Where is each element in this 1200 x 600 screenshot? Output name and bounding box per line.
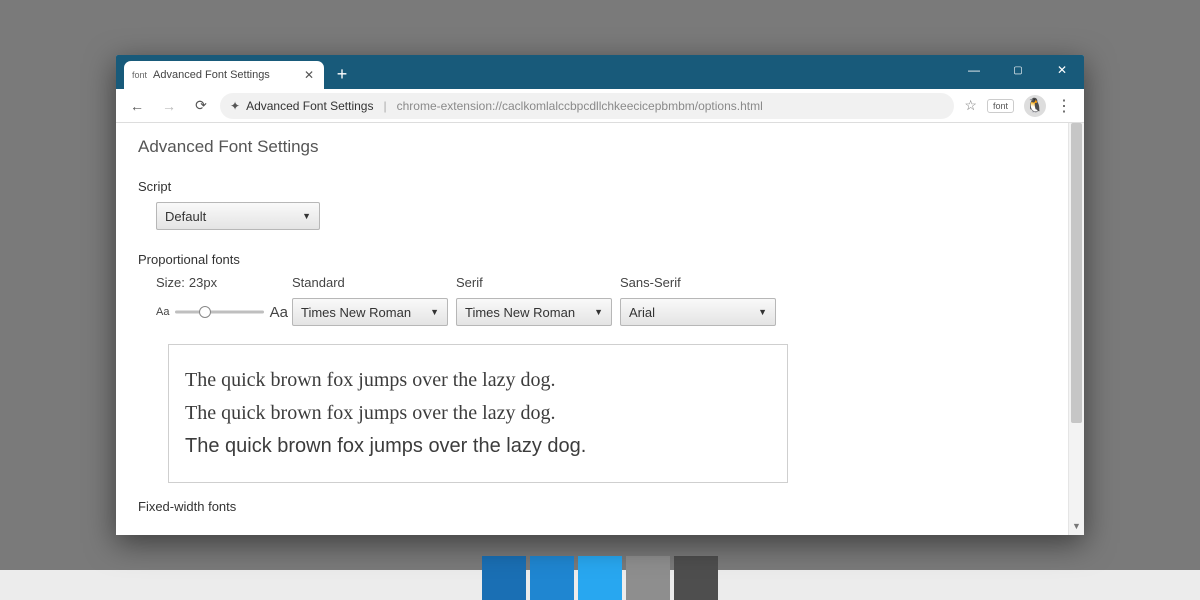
- tab-favicon: font: [132, 70, 147, 80]
- extension-icon: ✦: [230, 99, 240, 113]
- standard-column-label: Standard: [292, 275, 452, 290]
- window-minimize-button[interactable]: [952, 55, 996, 85]
- script-select[interactable]: Default ▼: [156, 202, 320, 230]
- browser-tab[interactable]: font Advanced Font Settings ✕: [124, 61, 324, 89]
- page-content: Advanced Font Settings Script Default ▼ …: [116, 123, 1068, 535]
- script-select-value: Default: [165, 209, 206, 224]
- preview-serif: The quick brown fox jumps over the lazy …: [185, 402, 771, 425]
- profile-avatar-icon[interactable]: 🐧: [1024, 95, 1046, 117]
- browser-window: font Advanced Font Settings ✕ + ← → ⟳ ✦ …: [116, 55, 1084, 535]
- forward-button[interactable]: →: [156, 93, 182, 119]
- window-close-button[interactable]: [1040, 55, 1084, 85]
- reload-button[interactable]: ⟳: [188, 93, 214, 119]
- vertical-scrollbar[interactable]: ▲ ▼: [1068, 123, 1084, 535]
- chevron-down-icon: ▼: [758, 307, 767, 317]
- chevron-down-icon: ▼: [302, 211, 311, 221]
- sans-font-select[interactable]: Arial ▼: [620, 298, 776, 326]
- titlebar[interactable]: font Advanced Font Settings ✕ +: [116, 55, 1084, 89]
- new-tab-button[interactable]: +: [328, 64, 356, 85]
- standard-font-select[interactable]: Times New Roman ▼: [292, 298, 448, 326]
- scrollbar-thumb[interactable]: [1071, 123, 1082, 423]
- fixed-width-section-label: Fixed-width fonts: [138, 499, 1046, 514]
- toolbar-pill[interactable]: font: [987, 99, 1014, 113]
- size-slider-max-label: Aa: [270, 304, 288, 321]
- omnibox-url: chrome-extension://caclkomlalccbpcdllchk…: [397, 99, 763, 113]
- menu-kebab-icon[interactable]: ⋮: [1056, 96, 1072, 116]
- chevron-down-icon: ▼: [430, 307, 439, 317]
- omnibox[interactable]: ✦ Advanced Font Settings | chrome-extens…: [220, 93, 954, 119]
- page-title: Advanced Font Settings: [138, 137, 1046, 157]
- sans-column-label: Sans-Serif: [620, 275, 780, 290]
- tab-close-icon[interactable]: ✕: [304, 68, 314, 82]
- size-slider-min-label: Aa: [156, 306, 169, 318]
- browser-toolbar: ← → ⟳ ✦ Advanced Font Settings | chrome-…: [116, 89, 1084, 123]
- serif-column-label: Serif: [456, 275, 616, 290]
- preview-standard: The quick brown fox jumps over the lazy …: [185, 369, 771, 392]
- size-label: Size: 23px: [156, 275, 288, 290]
- proportional-section-label: Proportional fonts: [138, 252, 1046, 267]
- bookmark-star-icon[interactable]: ☆: [964, 97, 977, 114]
- window-maximize-button[interactable]: [996, 55, 1040, 85]
- back-button[interactable]: ←: [124, 93, 150, 119]
- omnibox-title: Advanced Font Settings: [246, 99, 373, 113]
- serif-font-select[interactable]: Times New Roman ▼: [456, 298, 612, 326]
- font-preview: The quick brown fox jumps over the lazy …: [168, 344, 788, 483]
- size-slider[interactable]: [175, 303, 263, 321]
- slider-thumb[interactable]: [199, 306, 211, 318]
- taskbar-icons: [480, 552, 720, 600]
- preview-sans: The quick brown fox jumps over the lazy …: [185, 435, 771, 458]
- tab-title: Advanced Font Settings: [153, 69, 270, 81]
- chevron-down-icon: ▼: [594, 307, 603, 317]
- scroll-down-icon[interactable]: ▼: [1069, 521, 1084, 535]
- script-section-label: Script: [138, 179, 1046, 194]
